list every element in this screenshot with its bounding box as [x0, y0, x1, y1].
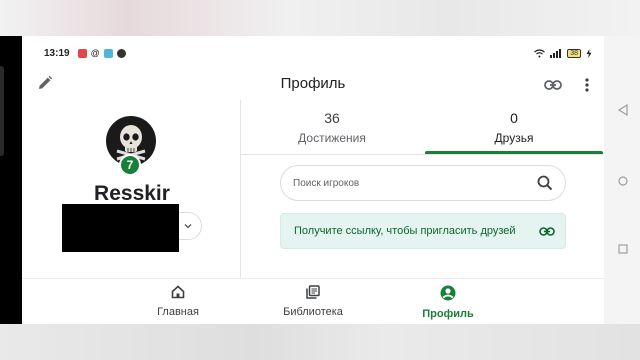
nav-label: Профиль — [422, 308, 474, 320]
level-badge: 7 — [119, 154, 141, 176]
invite-text: Получите ссылку, чтобы пригласить друзей — [294, 225, 516, 237]
nav-label: Библиотека — [283, 306, 343, 318]
background-bottom — [0, 322, 640, 360]
at-sign-icon: @ — [90, 48, 100, 58]
friends-count: 0 — [510, 110, 518, 126]
search-input[interactable] — [293, 177, 537, 189]
more-options-button[interactable] — [576, 74, 598, 96]
invite-link-button[interactable]: Получите ссылку, чтобы пригласить друзей — [280, 213, 566, 249]
nav-label: Главная — [157, 306, 199, 318]
bottom-nav: Главная Библиотека Профиль — [22, 279, 604, 324]
status-indicators: 38 — [534, 48, 592, 58]
nav-item-profile[interactable]: Профиль — [398, 285, 498, 320]
charging-icon — [586, 48, 592, 58]
library-icon — [306, 285, 320, 299]
background-top — [0, 0, 640, 36]
tab-label: Друзья — [494, 131, 534, 145]
share-link-button[interactable] — [542, 74, 564, 96]
wifi-icon — [534, 48, 546, 57]
achievements-count: 36 — [324, 110, 340, 126]
app-screen: 13:19 @ 38 Профиль 7 Resskir 36 Достижен… — [22, 36, 604, 324]
tabs-divider — [241, 154, 604, 155]
battery-indicator: 38 — [567, 48, 581, 58]
signal-icon — [550, 48, 562, 58]
tab-achievements[interactable]: 36 Достижения — [241, 106, 423, 156]
nav-item-library[interactable]: Библиотека — [263, 285, 363, 318]
app-bar: Профиль — [22, 70, 604, 100]
more-vert-icon — [585, 78, 589, 92]
page-title: Профиль — [280, 75, 346, 92]
recents-icon[interactable] — [618, 244, 628, 254]
search-box[interactable] — [280, 165, 566, 201]
redaction-block — [62, 204, 179, 252]
home-icon — [171, 285, 185, 299]
chevron-down-icon — [184, 223, 192, 229]
notification-app-icon — [77, 48, 87, 58]
tab-friends[interactable]: 0 Друзья — [423, 106, 604, 156]
link-icon — [539, 226, 555, 236]
device-bezel-left — [0, 36, 22, 324]
home-circle-icon[interactable] — [618, 176, 628, 186]
status-bar: 13:19 @ 38 — [22, 36, 604, 70]
notification-app-icon — [103, 48, 113, 58]
nav-item-home[interactable]: Главная — [128, 285, 228, 318]
account-circle-icon — [440, 285, 456, 301]
notification-app-icon — [116, 48, 126, 58]
search-icon[interactable] — [537, 175, 553, 191]
username: Resskir — [94, 182, 170, 205]
tab-label: Достижения — [298, 131, 366, 145]
link-icon — [544, 80, 562, 90]
back-icon[interactable] — [618, 104, 628, 116]
bezel-notch — [0, 66, 4, 156]
system-nav-bar — [604, 36, 640, 324]
status-time: 13:19 — [44, 47, 70, 59]
